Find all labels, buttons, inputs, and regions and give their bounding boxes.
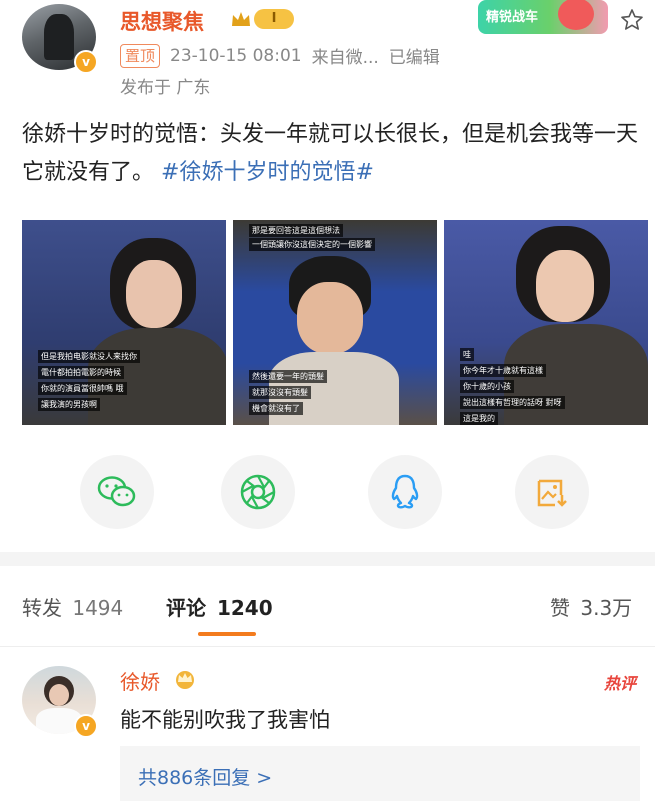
commenter-name[interactable]: 徐娇 bbox=[120, 666, 160, 695]
tab-repost[interactable]: 转发 1494 bbox=[22, 592, 123, 621]
tab-like-count: 3.3万 bbox=[580, 596, 633, 620]
tab-like-label: 赞 bbox=[550, 596, 570, 620]
caption-line: 然後還要一年的頭髮 bbox=[249, 370, 327, 383]
post-timestamp: 23-10-15 08:01 bbox=[170, 45, 302, 66]
post-location: 发布于 广东 bbox=[120, 78, 211, 98]
boy-face bbox=[297, 282, 363, 354]
banner-label: 精锐战车 bbox=[486, 10, 539, 25]
tab-like[interactable]: 赞 3.3万 bbox=[550, 592, 632, 621]
save-image-button[interactable] bbox=[515, 455, 589, 529]
meta-row: 置顶 23-10-15 08:01 来自微... 已编辑 bbox=[120, 43, 440, 68]
post-hashtag[interactable]: #徐娇十岁时的觉悟# bbox=[161, 160, 374, 185]
share-moments-button[interactable] bbox=[221, 455, 295, 529]
tab-comment-label: 评论 bbox=[166, 596, 206, 620]
tab-repost-label: 转发 bbox=[22, 596, 62, 620]
caption-line: 你十歲的小孩 bbox=[460, 380, 514, 393]
caption-line: 你今年才十歲就有這樣 bbox=[460, 364, 546, 377]
tabs-bottom-border bbox=[0, 646, 655, 647]
share-qq-button[interactable] bbox=[368, 455, 442, 529]
woman-face bbox=[536, 250, 594, 322]
post-source: 来自微... bbox=[311, 48, 379, 68]
edited-label: 已编辑 bbox=[388, 48, 440, 68]
comment-text: 能不能别吹我了我害怕 bbox=[120, 708, 330, 732]
wechat-icon bbox=[97, 476, 136, 507]
caption-line: 電什都拍拍電影的時候 bbox=[38, 366, 124, 379]
level-badge: I bbox=[254, 9, 294, 29]
moments-icon bbox=[240, 474, 276, 510]
caption-line: 機會就沒有了 bbox=[249, 402, 303, 415]
author-name[interactable]: 思想聚焦 bbox=[120, 6, 204, 36]
replies-box[interactable]: 共886条回复 > bbox=[120, 746, 640, 801]
member-crown-icon bbox=[230, 10, 252, 28]
verified-badge-icon: v bbox=[74, 714, 98, 738]
post-image-3[interactable]: 哇 你今年才十歲就有這樣 你十歲的小孩 說出這樣有哲理的話呀 對呀 這是我的 bbox=[444, 220, 648, 425]
commenter-face bbox=[49, 684, 69, 706]
vip-crown-icon bbox=[172, 668, 198, 690]
post-image-1[interactable]: 但是我拍电影就没人来找你 電什都拍拍電影的時候 你就的演員當很帥嗎 哦 讓我演的… bbox=[22, 220, 226, 425]
caption-line: 你就的演員當很帥嗎 哦 bbox=[38, 382, 127, 395]
tab-repost-count: 1494 bbox=[72, 596, 124, 620]
post-text: 徐娇十岁时的觉悟：头发一年就可以长很长，但是机会我等一天它就没有了。 #徐娇十岁… bbox=[22, 116, 642, 192]
verified-badge-icon: v bbox=[74, 50, 98, 74]
statue-silhouette bbox=[44, 14, 74, 60]
post-image-2[interactable]: 那是要回答這是這個想法 一個頭讓你沒這個決定的一個影響 然後還要一年的頭髮 就那… bbox=[233, 220, 437, 425]
view-replies-link[interactable]: 共886条回复 > bbox=[138, 763, 272, 790]
caption-line: 讓我演的男孩啊 bbox=[38, 398, 100, 411]
caption-line: 那是要回答這是這個想法 bbox=[249, 224, 343, 237]
qq-icon bbox=[391, 474, 419, 509]
tab-comment[interactable]: 评论 1240 bbox=[166, 592, 273, 621]
caption-line: 這是我的 bbox=[460, 412, 498, 425]
caption-line: 哇 bbox=[460, 348, 474, 361]
caption-line: 說出這樣有哲理的話呀 對呀 bbox=[460, 396, 565, 409]
pinned-badge: 置顶 bbox=[120, 43, 161, 68]
caption-line: 但是我拍电影就没人来找你 bbox=[38, 350, 140, 363]
top-right-banner[interactable]: 精锐战车 bbox=[478, 0, 608, 34]
save-image-icon bbox=[537, 479, 567, 507]
favorite-star-icon[interactable] bbox=[620, 8, 644, 32]
banner-mascot-icon bbox=[558, 0, 594, 30]
caption-line: 一個頭讓你沒這個決定的一個影響 bbox=[249, 238, 375, 251]
hot-comment-badge: 热评 bbox=[604, 674, 637, 693]
share-wechat-button[interactable] bbox=[80, 455, 154, 529]
caption-line: 就那沒沒有頭髮 bbox=[249, 386, 311, 399]
woman-face bbox=[126, 260, 182, 328]
active-tab-underline bbox=[198, 632, 256, 636]
tab-comment-count: 1240 bbox=[216, 596, 273, 620]
section-divider bbox=[0, 552, 655, 566]
